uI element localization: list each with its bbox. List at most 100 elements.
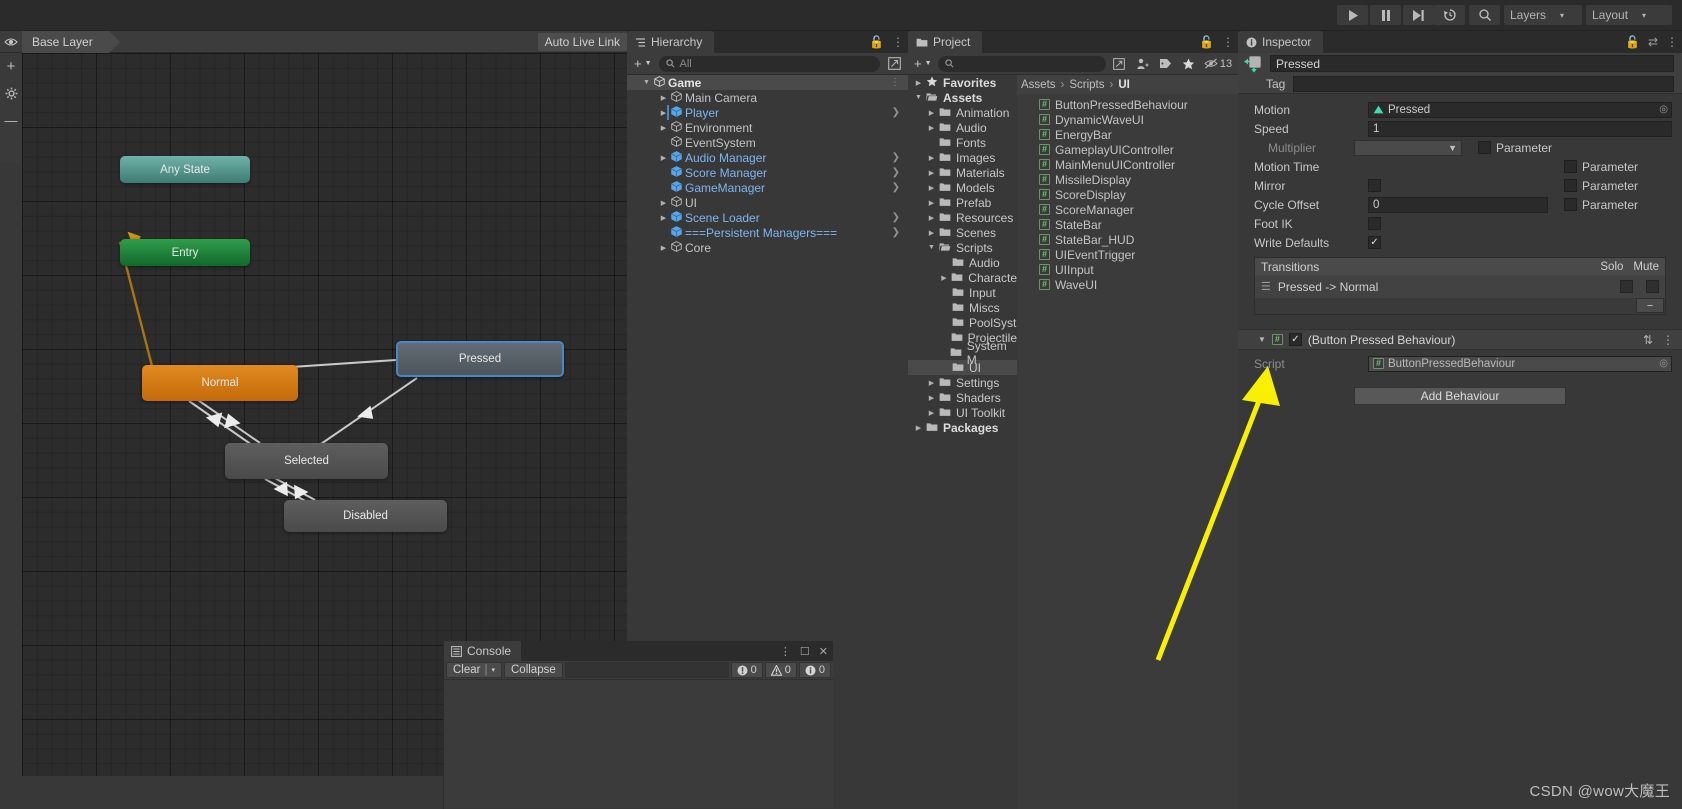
prefab-open-chevron-icon[interactable]: ❯ bbox=[892, 107, 900, 118]
hierarchy-item-scene-loader[interactable]: ▶ Scene Loader ❯ bbox=[627, 210, 908, 225]
hierarchy-search-input[interactable]: All bbox=[658, 55, 880, 72]
speed-input[interactable]: 1 bbox=[1368, 120, 1672, 137]
mirror-checkbox[interactable] bbox=[1368, 179, 1381, 192]
prefab-open-chevron-icon[interactable]: ❯ bbox=[892, 152, 900, 163]
project-folder-system-m[interactable]: ▶System M bbox=[908, 339, 1017, 367]
tab-project[interactable]: Project bbox=[908, 31, 983, 53]
chevron-right-icon[interactable]: ▶ bbox=[927, 199, 936, 207]
error-count-toggle[interactable]: 0 bbox=[730, 662, 763, 678]
project-file-uieventtrigger[interactable]: # UIEventTrigger bbox=[1017, 247, 1238, 262]
hierarchy-item-main-camera[interactable]: ▶ Main Camera bbox=[627, 90, 908, 105]
chevron-right-icon[interactable]: ▶ bbox=[914, 424, 923, 432]
project-folder-images[interactable]: ▶ Images bbox=[908, 150, 1017, 165]
create-asset-button[interactable]: + ▼ bbox=[911, 56, 935, 71]
project-folder-poolsyst[interactable]: ▶PoolSyst bbox=[908, 315, 1017, 330]
project-file-scoredisplay[interactable]: # ScoreDisplay bbox=[1017, 187, 1238, 202]
project-folder-assets[interactable]: ▼ Assets bbox=[908, 90, 1017, 105]
project-file-mainmenuuicontroller[interactable]: # MainMenuUIController bbox=[1017, 157, 1238, 172]
hierarchy-item-persistent-managers[interactable]: ▶===Persistent Managers===❯ bbox=[627, 225, 908, 240]
state-node-pressed[interactable]: Pressed bbox=[396, 341, 564, 377]
chevron-right-icon[interactable]: ▶ bbox=[659, 244, 668, 252]
chevron-right-icon[interactable]: ▶ bbox=[927, 124, 936, 132]
chevron-right-icon[interactable]: ▶ bbox=[659, 154, 668, 162]
parameter-checkbox[interactable] bbox=[1478, 141, 1491, 154]
tab-console[interactable]: Console bbox=[444, 641, 522, 661]
tag-field[interactable] bbox=[1293, 75, 1674, 92]
favorite-filter-button[interactable] bbox=[1178, 55, 1198, 72]
label-filter-button[interactable] bbox=[1155, 55, 1175, 72]
chevron-right-icon[interactable]: ▶ bbox=[659, 199, 668, 207]
project-file-statebar_hud[interactable]: # StateBar_HUD bbox=[1017, 232, 1238, 247]
parameter-checkbox[interactable] bbox=[1564, 198, 1577, 211]
chevron-right-icon[interactable]: ▶ bbox=[927, 379, 936, 387]
project-folder-audio[interactable]: ▶Audio bbox=[908, 120, 1017, 135]
project-folder-favorites[interactable]: ▶ Favorites bbox=[908, 75, 1017, 90]
maximize-icon[interactable]: ☐ bbox=[800, 645, 810, 658]
solo-checkbox[interactable] bbox=[1620, 280, 1633, 293]
project-file-uiinput[interactable]: # UIInput bbox=[1017, 262, 1238, 277]
step-button[interactable] bbox=[1403, 5, 1434, 25]
prefab-open-chevron-icon[interactable]: ❯ bbox=[892, 212, 900, 223]
chevron-down-icon[interactable]: ▼ bbox=[914, 94, 923, 101]
project-folder-materials[interactable]: ▶ Materials bbox=[908, 165, 1017, 180]
settings-icon[interactable]: ⇄ bbox=[1648, 35, 1658, 49]
object-picker-icon[interactable]: ◎ bbox=[1659, 104, 1668, 115]
lock-icon[interactable]: 🔓 bbox=[1199, 35, 1214, 49]
state-node-disabled[interactable]: Disabled bbox=[284, 500, 447, 532]
breadcrumb-base-layer[interactable]: Base Layer bbox=[22, 30, 120, 53]
project-folder-characte[interactable]: ▶ Characte bbox=[908, 270, 1017, 285]
project-file-waveui[interactable]: # WaveUI bbox=[1017, 277, 1238, 292]
hierarchy-item-game[interactable]: ▼ Game ⋮ bbox=[627, 75, 908, 90]
chevron-right-icon[interactable]: ▶ bbox=[927, 214, 936, 222]
breadcrumb-assets[interactable]: Assets bbox=[1021, 79, 1056, 91]
lock-icon[interactable]: 🔓 bbox=[869, 35, 884, 49]
layer-settings-button[interactable] bbox=[0, 80, 22, 107]
breadcrumb-scripts[interactable]: Scripts bbox=[1069, 79, 1104, 91]
hidden-assets-counter[interactable]: 13 bbox=[1201, 55, 1235, 72]
project-folder-settings[interactable]: ▶ Settings bbox=[908, 375, 1017, 390]
hierarchy-item-ui[interactable]: ▶ UI bbox=[627, 195, 908, 210]
project-folder-prefab[interactable]: ▶ Prefab bbox=[908, 195, 1017, 210]
project-file-buttonpressedbehaviour[interactable]: # ButtonPressedBehaviour bbox=[1017, 97, 1238, 112]
layout-dropdown[interactable]: Layout ▾ bbox=[1586, 5, 1672, 25]
remove-transition-button[interactable]: − bbox=[1636, 298, 1664, 313]
avatar-filter-button[interactable] bbox=[1132, 55, 1152, 72]
chevron-right-icon[interactable]: ▶ bbox=[927, 394, 936, 402]
foot-ik-checkbox[interactable] bbox=[1368, 217, 1381, 230]
create-gameobject-button[interactable]: + ▼ bbox=[631, 56, 655, 71]
chevron-right-icon[interactable]: ▶ bbox=[927, 409, 936, 417]
kebab-menu-icon[interactable]: ⋮ bbox=[1666, 35, 1678, 49]
component-enabled-checkbox[interactable]: ✓ bbox=[1288, 333, 1302, 346]
kebab-menu-icon[interactable]: ⋮ bbox=[892, 35, 904, 49]
chevron-right-icon[interactable]: ▶ bbox=[659, 124, 668, 132]
project-folder-animation[interactable]: ▶ Animation bbox=[908, 105, 1017, 120]
project-folder-fonts[interactable]: ▶Fonts bbox=[908, 135, 1017, 150]
open-in-new-window-button[interactable] bbox=[1109, 55, 1129, 72]
info-count-toggle[interactable]: 0 bbox=[798, 662, 831, 678]
project-search-input[interactable] bbox=[937, 55, 1106, 72]
chevron-right-icon[interactable]: ▶ bbox=[927, 229, 936, 237]
project-folder-audio[interactable]: ▶Audio bbox=[908, 255, 1017, 270]
script-object-field[interactable]: # ButtonPressedBehaviour ◎ bbox=[1368, 355, 1672, 372]
kebab-menu-icon[interactable]: ⋮ bbox=[1662, 333, 1674, 347]
drag-handle-icon[interactable]: ☰ bbox=[1261, 280, 1271, 293]
chevron-right-icon[interactable]: ▶ bbox=[927, 109, 936, 117]
hierarchy-item-player[interactable]: ▶ Player ❯ bbox=[627, 105, 908, 120]
hierarchy-item-audio-manager[interactable]: ▶ Audio Manager ❯ bbox=[627, 150, 908, 165]
breadcrumb-ui[interactable]: UI bbox=[1118, 79, 1130, 91]
layers-dropdown[interactable]: Layers ▾ bbox=[1504, 5, 1582, 25]
console-log-area[interactable] bbox=[444, 680, 833, 808]
chevron-right-icon[interactable]: ▶ bbox=[927, 184, 936, 192]
project-folder-packages[interactable]: ▶ Packages bbox=[908, 420, 1017, 435]
parameter-checkbox[interactable] bbox=[1564, 160, 1577, 173]
kebab-menu-icon[interactable]: ⋮ bbox=[780, 645, 791, 658]
hierarchy-item-environment[interactable]: ▶ Environment bbox=[627, 120, 908, 135]
close-icon[interactable]: ✕ bbox=[819, 645, 828, 658]
project-folder-scenes[interactable]: ▶ Scenes bbox=[908, 225, 1017, 240]
cycle-offset-input[interactable]: 0 bbox=[1368, 196, 1548, 213]
search-button[interactable] bbox=[1469, 5, 1500, 25]
chevron-right-icon[interactable]: ▶ bbox=[927, 154, 936, 162]
tab-inspector[interactable]: Inspector bbox=[1238, 31, 1324, 53]
kebab-menu-icon[interactable]: ⋮ bbox=[1222, 35, 1234, 49]
project-file-gameplayuicontroller[interactable]: # GameplayUIController bbox=[1017, 142, 1238, 157]
